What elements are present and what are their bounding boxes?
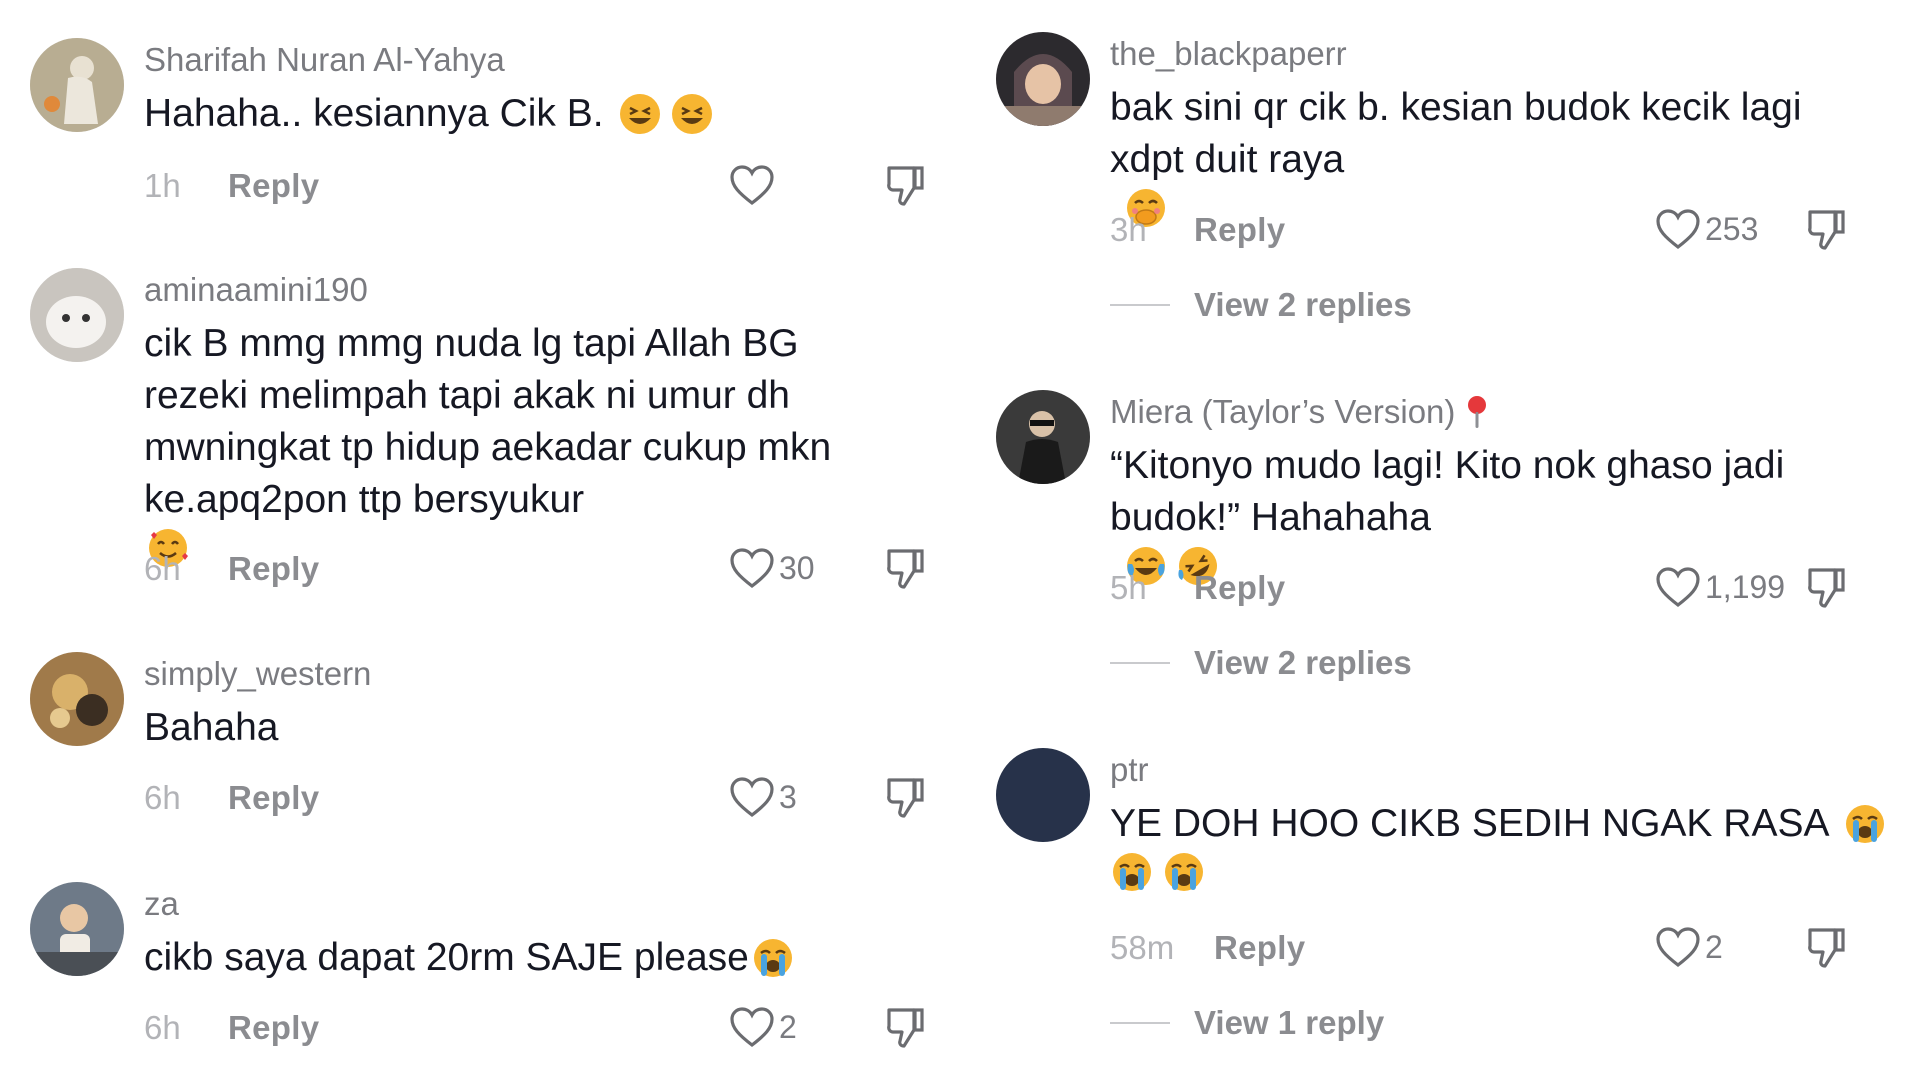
loudly-crying-emoji-icon	[1113, 853, 1151, 891]
avatar[interactable]	[996, 748, 1090, 842]
reply-button[interactable]: Reply	[1194, 211, 1285, 249]
thumbs-down-icon	[1808, 568, 1845, 608]
comment-time: 58m	[1110, 929, 1175, 966]
comment-text: Bahaha	[144, 706, 279, 749]
like-button[interactable]: 3	[729, 776, 797, 818]
loudly-crying-emoji-icon	[1165, 853, 1203, 891]
heart-icon	[730, 165, 774, 206]
comment-username[interactable]: simply_western	[144, 654, 920, 694]
comment-username[interactable]: Miera (Taylor’s Version)	[1110, 392, 1880, 432]
comment-text: cik B mmg mmg nuda lg tapi Allah BG reze…	[144, 318, 904, 570]
thumbs-down-icon	[1808, 210, 1845, 250]
view-replies-button[interactable]: View 2 replies	[1110, 644, 1412, 682]
loudly-crying-emoji-icon	[753, 939, 792, 977]
comment-username[interactable]: ptr	[1110, 750, 1880, 790]
like-count: 3	[779, 778, 797, 815]
thumbs-down-icon	[887, 778, 924, 818]
comment-time: 5h	[1110, 569, 1147, 606]
dislike-button[interactable]	[884, 1004, 926, 1058]
replies-divider	[1110, 304, 1170, 306]
replies-divider	[1110, 1022, 1170, 1024]
heart-icon	[1656, 927, 1700, 968]
like-count: 2	[779, 1008, 797, 1045]
comment-username[interactable]: Sharifah Nuran Al-Yahya	[144, 40, 920, 80]
comment-meta: 1h Reply	[144, 160, 924, 212]
comments-column-right: the_blackpaperr bak sini qr cik b. kesia…	[960, 0, 1920, 1080]
dislike-button[interactable]	[884, 162, 926, 216]
like-count: 1,199	[1705, 568, 1786, 605]
replies-divider	[1110, 662, 1170, 664]
comment-meta: 6h Reply 30	[144, 543, 924, 595]
reply-button[interactable]: Reply	[228, 167, 319, 205]
comment-username[interactable]: za	[144, 884, 920, 924]
heart-icon	[1656, 209, 1700, 250]
avatar[interactable]	[996, 390, 1090, 484]
reply-button[interactable]: Reply	[228, 1009, 319, 1047]
comment-time: 3h	[1110, 211, 1147, 248]
like-count: 253	[1705, 210, 1759, 247]
like-button[interactable]: 30	[729, 547, 815, 589]
grinning-squint-emoji-icon	[619, 94, 660, 134]
avatar[interactable]	[30, 268, 124, 362]
avatar[interactable]	[996, 32, 1090, 126]
dislike-button[interactable]	[1805, 206, 1847, 260]
dislike-button[interactable]	[1805, 564, 1847, 618]
avatar[interactable]	[30, 38, 124, 132]
comment-time: 6h	[144, 1009, 181, 1046]
like-count: 30	[779, 549, 815, 586]
avatar[interactable]	[30, 882, 124, 976]
dislike-button[interactable]	[884, 545, 926, 599]
like-button[interactable]	[729, 164, 779, 206]
view-replies-button[interactable]: View 2 replies	[1110, 286, 1412, 324]
avatar[interactable]	[30, 652, 124, 746]
comment-text: Hahaha.. kesiannya Cik B.	[144, 88, 920, 140]
view-replies-button[interactable]: View 1 reply	[1110, 1004, 1384, 1042]
like-button[interactable]: 253	[1655, 208, 1758, 250]
loudly-crying-emoji-icon	[1846, 805, 1885, 843]
comments-column-left: Sharifah Nuran Al-Yahya Hahaha.. kesiann…	[0, 0, 960, 1080]
grinning-squint-emoji-icon	[671, 94, 712, 134]
thumbs-down-icon	[887, 1008, 924, 1048]
pin-icon	[1468, 396, 1487, 428]
comment-text: cikb saya dapat 20rm SAJE please	[144, 932, 920, 984]
comment-meta: 6h Reply 3	[144, 772, 924, 824]
like-button[interactable]: 2	[729, 1006, 797, 1048]
comment-meta: 3h Reply 253	[1110, 204, 1880, 256]
comment-username[interactable]: aminaamini190	[144, 270, 920, 310]
dislike-button[interactable]	[1805, 924, 1847, 978]
comment-meta: 58m Reply 2	[1110, 922, 1880, 974]
heart-icon	[730, 1007, 774, 1048]
thumbs-down-icon	[1808, 928, 1845, 968]
comment-time: 6h	[144, 779, 181, 816]
like-button[interactable]: 1,199	[1655, 566, 1785, 608]
comment-time: 1h	[144, 167, 181, 204]
reply-button[interactable]: Reply	[1214, 929, 1305, 967]
like-button[interactable]: 2	[1655, 926, 1723, 968]
heart-icon	[1656, 567, 1700, 608]
reply-button[interactable]: Reply	[228, 550, 319, 588]
dislike-button[interactable]	[884, 774, 926, 828]
thumbs-down-icon	[887, 549, 924, 589]
comment-meta: 6h Reply 2	[144, 1002, 924, 1054]
comment-time: 6h	[144, 550, 181, 587]
thumbs-down-icon	[887, 166, 924, 206]
heart-icon	[730, 777, 774, 818]
reply-button[interactable]: Reply	[228, 779, 319, 817]
heart-icon	[730, 548, 774, 589]
like-count: 2	[1705, 928, 1723, 965]
comment-meta: 5h Reply 1,199	[1110, 562, 1880, 614]
comment-text: YE DOH HOO CIKB SEDIH NGAK RASA	[1110, 798, 1890, 894]
reply-button[interactable]: Reply	[1194, 569, 1285, 607]
comment-username[interactable]: the_blackpaperr	[1110, 34, 1880, 74]
